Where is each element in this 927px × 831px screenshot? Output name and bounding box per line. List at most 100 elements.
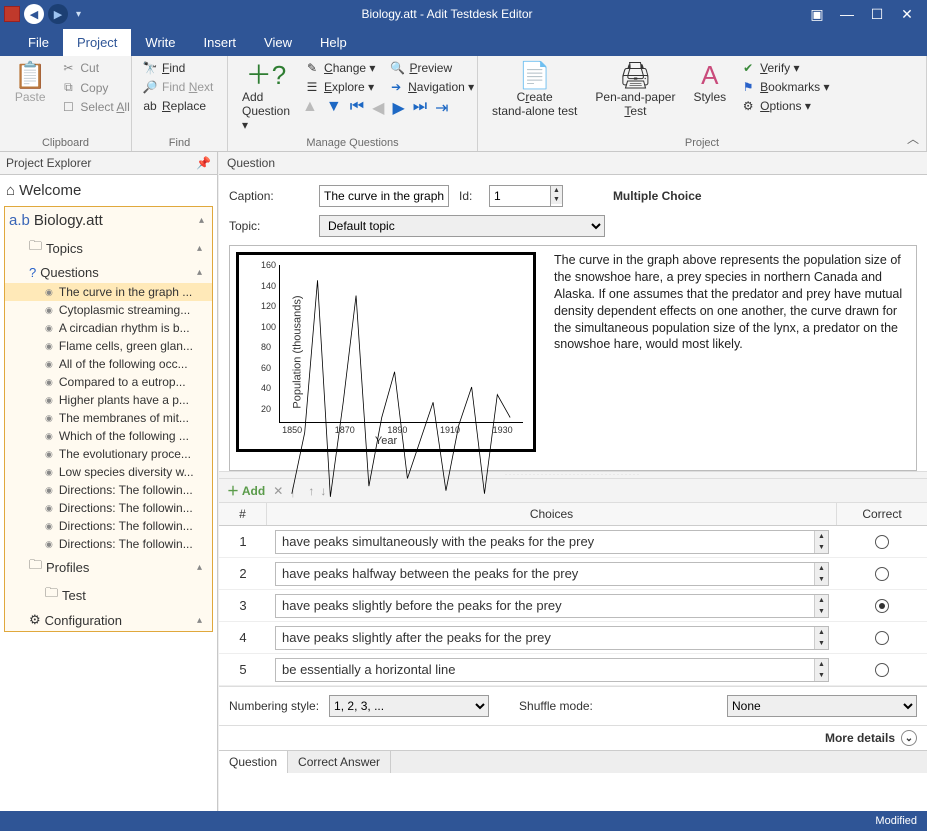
welcome-item[interactable]: ⌂Welcome [2, 177, 215, 204]
app-icon [4, 6, 20, 22]
ribbon-collapse[interactable]: ︿ [907, 130, 919, 147]
nav-first[interactable]: ⏮ [350, 98, 364, 118]
minimize-button[interactable]: — [839, 6, 855, 23]
question-panel-title: Question [219, 152, 927, 175]
nav-next[interactable]: ▶ [392, 98, 404, 118]
question-item[interactable]: ◉Cytoplasmic streaming... [5, 301, 212, 319]
tab-correct-answer[interactable]: Correct Answer [288, 751, 391, 773]
back-button[interactable]: ◀ [24, 4, 44, 24]
chevron-down-icon: ⌄ [901, 730, 917, 746]
more-details-button[interactable]: More details⌄ [219, 725, 927, 750]
standalone-test-button[interactable]: 📄Createstand-alone test [486, 60, 583, 120]
correct-radio[interactable] [875, 599, 889, 613]
close-button[interactable]: ✕ [899, 6, 915, 23]
forward-button[interactable]: ▶ [48, 4, 68, 24]
add-question-button[interactable]: ＋? AddQuestion ▾ [236, 60, 296, 134]
add-choice-button[interactable]: ＋ Add [227, 482, 265, 499]
topics-icon: 🗀 [29, 237, 42, 259]
question-item[interactable]: ◉A circadian rhythm is b... [5, 319, 212, 337]
paste-button: 📋 Paste [8, 60, 52, 106]
chevron-up-icon[interactable]: ▴ [199, 215, 208, 226]
topic-select[interactable]: Default topic [319, 215, 605, 237]
choice-row[interactable]: 5be essentially a horizontal line▲▼ [219, 654, 927, 686]
explorer-title: Project Explorer [6, 156, 91, 170]
profile-test-item[interactable]: 🗀Test [5, 581, 212, 609]
id-down[interactable]: ▼ [551, 195, 562, 204]
menu-help[interactable]: Help [306, 29, 361, 56]
question-item[interactable]: ◉Which of the following ... [5, 427, 212, 445]
shuffle-select[interactable]: None [727, 695, 917, 717]
question-item[interactable]: ◉The membranes of mit... [5, 409, 212, 427]
question-item[interactable]: ◉All of the following occ... [5, 355, 212, 373]
correct-radio[interactable] [875, 535, 889, 549]
navigation-button[interactable]: ➔Navigation ▾ [386, 79, 476, 95]
shuffle-label: Shuffle mode: [519, 699, 593, 713]
question-type: Multiple Choice [613, 189, 702, 203]
caption-label: Caption: [229, 189, 309, 203]
nav-goto[interactable]: ⇥ [435, 98, 448, 118]
question-item[interactable]: ◉Directions: The followin... [5, 499, 212, 517]
history-dropdown[interactable]: ▾ [76, 9, 81, 20]
choice-text[interactable]: have peaks halfway between the peaks for… [275, 562, 829, 586]
configuration-item[interactable]: ⚙Configuration▴ [5, 609, 212, 631]
id-up[interactable]: ▲ [551, 186, 562, 195]
question-item[interactable]: ◉The evolutionary proce... [5, 445, 212, 463]
tab-question[interactable]: Question [219, 751, 288, 773]
menu-write[interactable]: Write [131, 29, 189, 56]
ribbon-toggle-icon[interactable]: ▣ [809, 6, 825, 23]
profiles-item[interactable]: 🗀Profiles▴ [5, 553, 212, 581]
find-button[interactable]: 🔭Find [140, 60, 215, 76]
numbering-select[interactable]: 1, 2, 3, ... [329, 695, 489, 717]
choice-row[interactable]: 2have peaks halfway between the peaks fo… [219, 558, 927, 590]
bookmarks-button[interactable]: ⚑Bookmarks ▾ [738, 79, 831, 95]
pin-icon[interactable]: 📌 [196, 156, 211, 170]
choice-row[interactable]: 3have peaks slightly before the peaks fo… [219, 590, 927, 622]
correct-radio[interactable] [875, 663, 889, 677]
question-item[interactable]: ◉Compared to a eutrop... [5, 373, 212, 391]
styles-button[interactable]: AStyles [687, 60, 732, 106]
choice-text[interactable]: have peaks slightly before the peaks for… [275, 594, 829, 618]
id-input[interactable] [489, 185, 551, 207]
project-explorer: Project Explorer 📌 ⌂Welcome a.bBiology.a… [0, 152, 218, 811]
question-item[interactable]: ◉Higher plants have a p... [5, 391, 212, 409]
caption-input[interactable] [319, 185, 449, 207]
menu-project[interactable]: Project [63, 29, 131, 56]
question-item[interactable]: ◉The curve in the graph ... [5, 283, 212, 301]
choice-row[interactable]: 4have peaks slightly after the peaks for… [219, 622, 927, 654]
menu-tabs: File Project Write Insert View Help [0, 28, 927, 56]
questions-item[interactable]: ?Questions▴ [5, 262, 212, 283]
preview-icon: 🔍 [389, 61, 405, 75]
preview-button[interactable]: 🔍Preview [387, 60, 454, 76]
pen-paper-button[interactable]: 🖨Pen-and-paperTest [589, 60, 681, 120]
bookmark-icon: ⚑ [740, 80, 756, 94]
options-button[interactable]: ⚙Options ▾ [738, 98, 831, 114]
maximize-button[interactable]: ☐ [869, 6, 885, 23]
correct-radio[interactable] [875, 631, 889, 645]
nav-down[interactable]: ▼ [326, 98, 342, 118]
menu-view[interactable]: View [250, 29, 306, 56]
findnext-button[interactable]: 🔎Find Next [140, 79, 215, 95]
replace-button[interactable]: abReplace [140, 98, 215, 114]
standalone-icon: 📄 [519, 62, 551, 88]
choice-text[interactable]: have peaks simultaneously with the peaks… [275, 530, 829, 554]
menu-insert[interactable]: Insert [190, 29, 251, 56]
menu-file[interactable]: File [14, 29, 63, 56]
question-item[interactable]: ◉Directions: The followin... [5, 535, 212, 553]
question-item[interactable]: ◉Directions: The followin... [5, 481, 212, 499]
choice-text[interactable]: be essentially a horizontal line▲▼ [275, 658, 829, 682]
explore-button[interactable]: ☰Explore ▾ [302, 79, 376, 95]
question-item[interactable]: ◉Flame cells, green glan... [5, 337, 212, 355]
printer-icon: 🖨 [619, 62, 652, 88]
question-description: The curve in the graph above represents … [554, 252, 910, 464]
verify-button[interactable]: ✔Verify ▾ [738, 60, 831, 76]
choice-row[interactable]: 1have peaks simultaneously with the peak… [219, 526, 927, 558]
profiles-icon: 🗀 [29, 556, 42, 578]
question-item[interactable]: ◉Low species diversity w... [5, 463, 212, 481]
correct-radio[interactable] [875, 567, 889, 581]
topics-item[interactable]: 🗀Topics▴ [5, 234, 212, 262]
question-item[interactable]: ◉Directions: The followin... [5, 517, 212, 535]
change-button[interactable]: ✎Change ▾ [302, 60, 377, 76]
file-item[interactable]: a.bBiology.att▴ [5, 207, 212, 234]
choice-text[interactable]: have peaks slightly after the peaks for … [275, 626, 829, 650]
nav-last[interactable]: ⏭ [413, 98, 427, 118]
